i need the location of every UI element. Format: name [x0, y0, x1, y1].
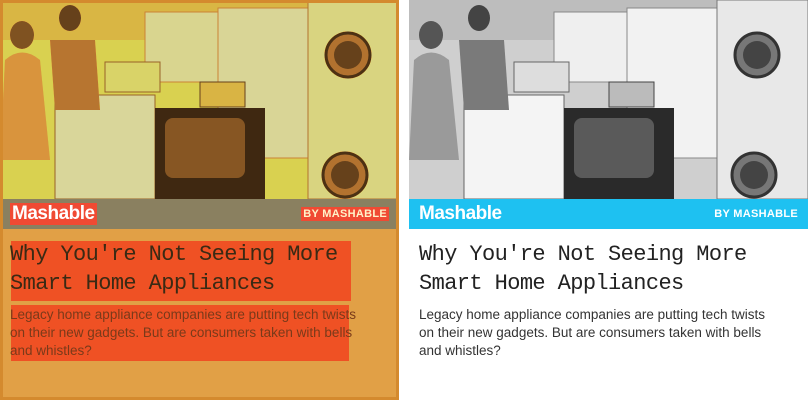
- article-headline[interactable]: Why You're Not Seeing More Smart Home Ap…: [10, 240, 390, 298]
- article-photo[interactable]: [409, 0, 808, 199]
- brand-bar: Mashable BY MASHABLE: [0, 199, 399, 229]
- article-summary: Legacy home appliance companies are putt…: [10, 307, 356, 358]
- article-card[interactable]: Mashable BY MASHABLE Why You're Not Seei…: [409, 0, 808, 400]
- mashable-logo[interactable]: Mashable: [419, 203, 502, 225]
- brand-bar: Mashable BY MASHABLE: [409, 199, 808, 229]
- article-card-highlighted[interactable]: Mashable BY MASHABLE Why You're Not Seei…: [0, 0, 399, 400]
- byline-label: BY MASHABLE: [714, 208, 798, 220]
- appliances-photo-illustration: [0, 0, 399, 199]
- byline-label: BY MASHABLE: [301, 207, 389, 221]
- appliances-photo-illustration: [409, 0, 808, 199]
- mashable-logo[interactable]: Mashable: [10, 203, 97, 225]
- article-summary: Legacy home appliance companies are putt…: [419, 307, 765, 358]
- article-photo[interactable]: [0, 0, 399, 199]
- article-headline[interactable]: Why You're Not Seeing More Smart Home Ap…: [419, 240, 799, 298]
